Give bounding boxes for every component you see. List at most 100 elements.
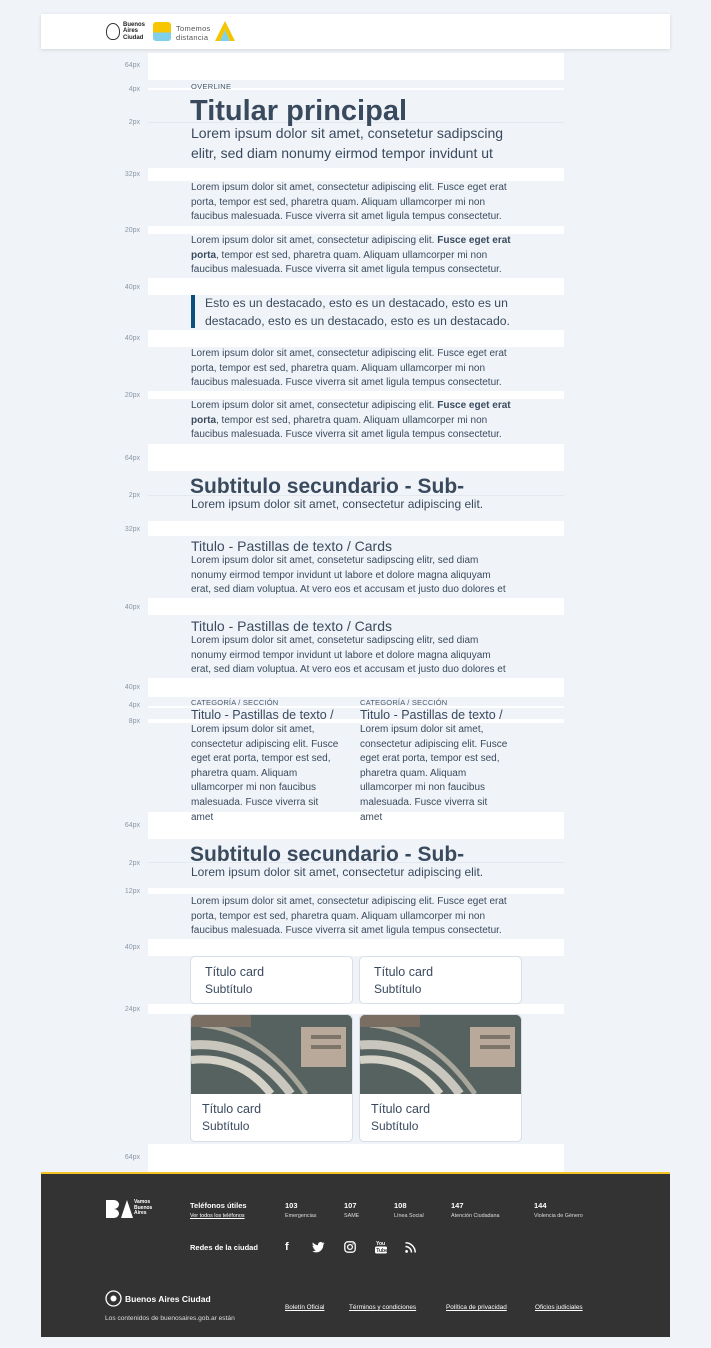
youtube-icon[interactable]: You Tube: [375, 1240, 387, 1254]
phone-item[interactable]: 107 SAME: [344, 1201, 359, 1219]
a-logo-icon: [215, 21, 235, 41]
paragraph-line: Lorem ipsum dolor sit amet, consectetur …: [191, 399, 526, 414]
tomemos-line: distancia: [176, 33, 209, 42]
spacer-label: 12px: [124, 888, 140, 895]
text-run: , tempor est sed, pharetra quam. Aliquam…: [216, 249, 488, 261]
bold-run: porta: [191, 249, 216, 261]
highway-image: [191, 1015, 352, 1094]
spacer-20: [148, 391, 564, 399]
text-run: Lorem ipsum dolor sit amet, consectetur …: [191, 400, 438, 411]
simple-card[interactable]: Título card Subtítulo: [190, 956, 353, 1004]
ba-logo-icon[interactable]: [105, 1199, 135, 1219]
spacer-40: [148, 598, 564, 615]
city-seal-icon[interactable]: [105, 1290, 122, 1307]
paragraph-line: Lorem ipsum dolor sit amet, consectetur …: [191, 234, 526, 249]
phone-item[interactable]: 108 Línea Social: [394, 1201, 424, 1219]
subtitle-text: Lorem ipsum dolor sit amet, consectetur …: [191, 497, 484, 511]
spacer-label: 40px: [124, 604, 140, 611]
paragraph-line: porta, tempor est sed, pharetra quam. Al…: [191, 910, 486, 922]
text-run: Lorem ipsum dolor sit amet, consectetur …: [191, 235, 438, 246]
phone-item[interactable]: 147 Atención Ciudadana: [451, 1201, 500, 1219]
facebook-icon[interactable]: f: [285, 1241, 289, 1253]
spacer-label: 32px: [124, 171, 140, 178]
spacer-label: 8px: [128, 718, 140, 725]
paragraph: Lorem ipsum dolor sit amet, consectetur …: [191, 347, 526, 391]
phone-number: 107: [344, 1201, 357, 1210]
card-title: Título card: [374, 965, 434, 979]
svg-text:Tube: Tube: [376, 1248, 387, 1254]
footer-link[interactable]: Política de privacidad: [446, 1304, 507, 1311]
phone-item[interactable]: 144 Violencia de Género: [534, 1201, 583, 1219]
twitter-icon[interactable]: [312, 1242, 325, 1253]
phones-link[interactable]: Ver todos los teléfonos: [190, 1213, 245, 1219]
paragraph-line: Lorem ipsum dolor sit amet, consectetur …: [191, 182, 507, 193]
spacer-label: 64px: [124, 455, 140, 462]
image-card[interactable]: Título card Subtítulo: [190, 1014, 353, 1142]
paragraph-bold: Lorem ipsum dolor sit amet, consectetur …: [191, 234, 526, 278]
card-subtitle: Subtítulo: [202, 1119, 250, 1133]
quote-line: Esto es un destacado, esto es un destaca…: [205, 296, 508, 310]
city-seal-icon[interactable]: [106, 23, 120, 40]
paragraph-line: faucibus malesuada. Fusce viverra sit am…: [191, 264, 502, 276]
spacer-label: 20px: [124, 392, 140, 399]
spacer-label: 24px: [124, 1006, 140, 1013]
phone-number: 108: [394, 1201, 407, 1210]
spacer-label: 40px: [124, 335, 140, 342]
svg-text:You: You: [376, 1241, 385, 1247]
phones-title: Teléfonos útiles: [190, 1201, 247, 1210]
cards-text: Lorem ipsum dolor sit amet, consetetur s…: [191, 634, 531, 678]
spacer-label: 4px: [128, 702, 140, 709]
lead-text: Lorem ipsum dolor sit amet, consetetur s…: [191, 123, 531, 163]
cards-text-line: nonumy eirmod tempor invidunt ut labore …: [191, 649, 491, 661]
rss-icon[interactable]: [405, 1242, 416, 1253]
site-footer: [41, 1172, 670, 1337]
spacer-64: [148, 444, 564, 471]
highway-photo-icon: [191, 1015, 352, 1094]
spacer-64: [148, 1144, 564, 1172]
cards-text-line: erat, sed diam voluptua. At vero eos et …: [191, 584, 506, 596]
spacer-label: 40px: [124, 684, 140, 691]
lead-line: elitr, sed diam nonumy eirmod tempor inv…: [191, 145, 493, 161]
spacer-label: 4px: [128, 86, 140, 93]
footer-link[interactable]: Boletín Oficial: [285, 1304, 324, 1311]
instagram-icon[interactable]: [344, 1241, 356, 1253]
bold-run: Fusce eget erat: [437, 400, 511, 411]
bold-run: porta: [191, 414, 216, 426]
column-text-line: Lorem ipsum dolor sit amet,: [360, 724, 484, 735]
spacer-40: [148, 278, 564, 295]
card-subtitle: Subtítulo: [371, 1119, 419, 1133]
tomemos-line: Tomemos: [176, 24, 211, 33]
spacer-label: 20px: [124, 227, 140, 234]
simple-card[interactable]: Título card Subtítulo: [359, 956, 522, 1004]
column-title: Titulo - Pastillas de texto /: [191, 708, 334, 722]
text-run: , tempor est sed, pharetra quam. Aliquam…: [216, 414, 488, 426]
paragraph: Lorem ipsum dolor sit amet, consectetur …: [191, 895, 526, 939]
phone-label: Violencia de Género: [534, 1213, 583, 1219]
phone-label: SAME: [344, 1213, 360, 1219]
spacer-label: 2px: [128, 492, 140, 499]
section-subtitle: Subtitulo secundario - Sub-: [190, 843, 465, 866]
footer-link[interactable]: Términos y condiciones: [349, 1304, 416, 1311]
highway-photo-icon: [360, 1015, 521, 1094]
phone-item[interactable]: 103 Emergencias: [285, 1201, 316, 1219]
paragraph-line: faucibus malesuada. Fusce viverra sit am…: [191, 429, 502, 441]
spacer-label: 32px: [124, 526, 140, 533]
category-label: CATEGORÍA / SECCIÓN: [360, 698, 448, 707]
highway-image: [360, 1015, 521, 1094]
column-text-line: ullamcorper mi non faucibus: [191, 782, 317, 794]
spacer-label: 2px: [128, 860, 140, 867]
paragraph-line: porta, tempor est sed, pharetra quam. Al…: [191, 249, 526, 264]
footer-legal: Los contenidos de buenosaires.gob.ar est…: [105, 1315, 235, 1322]
column-text-line: pharetra quam. Aliquam: [360, 767, 467, 779]
city-logo-text[interactable]: Buenos Aires Ciudad: [123, 22, 145, 41]
spacer-40: [148, 939, 564, 956]
cards-text: Lorem ipsum dolor sit amet, consetetur s…: [191, 554, 531, 598]
card-title: Título card: [205, 965, 265, 979]
social-title: Redes de la ciudad: [190, 1243, 258, 1252]
phone-label: Atención Ciudadana: [451, 1213, 500, 1219]
paragraph-line: faucibus malesuada. Fusce viverra sit am…: [191, 925, 502, 937]
image-card[interactable]: Título card Subtítulo: [359, 1014, 522, 1142]
footer-link[interactable]: Oficios judiciales: [535, 1304, 583, 1311]
tomemos-logo-text: Tomemos distancia: [176, 24, 211, 42]
tomemos-badge-icon: [153, 22, 171, 41]
